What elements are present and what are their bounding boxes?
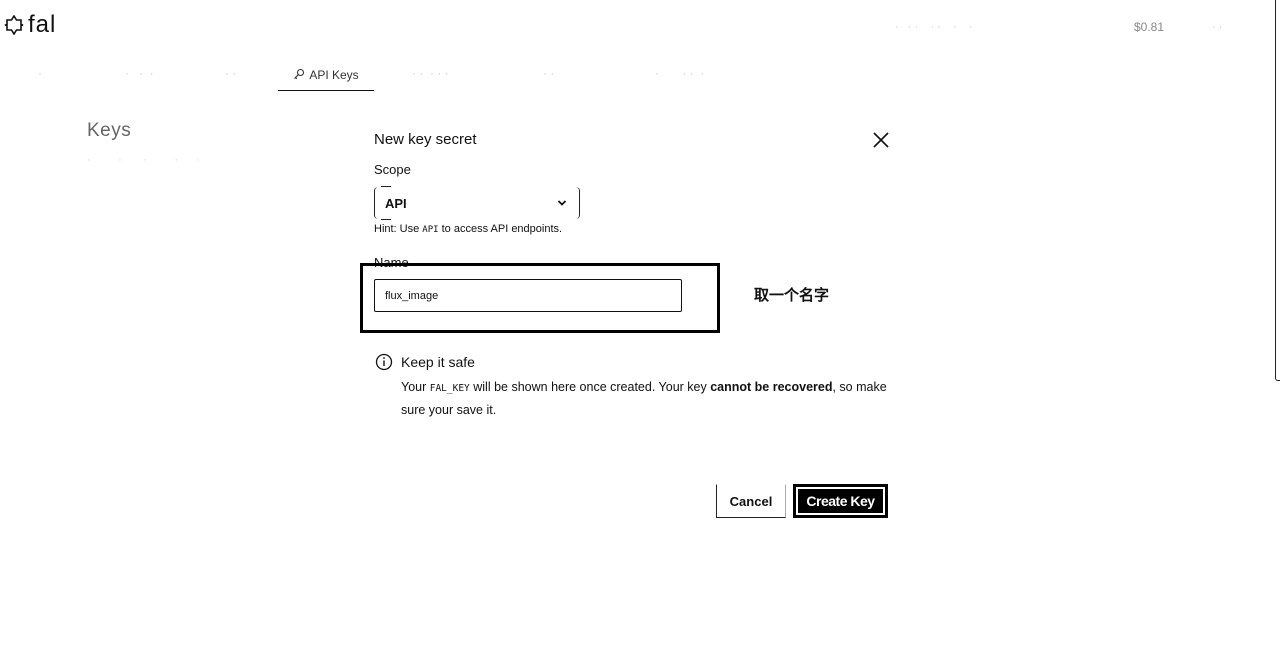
fal-logo[interactable]: fal <box>4 12 56 38</box>
tab-2[interactable]: · · · <box>125 66 154 80</box>
scope-select[interactable]: API <box>374 186 580 220</box>
scope-selected-value: API <box>385 195 407 211</box>
tab-3[interactable]: · · <box>225 66 236 80</box>
chevron-down-icon <box>557 200 567 206</box>
cancel-button[interactable]: Cancel <box>716 484 786 518</box>
new-key-dialog: New key secret Scope API Hint: Use API t… <box>360 120 900 530</box>
safe-text-emphasis: cannot be recovered <box>710 380 833 394</box>
fal-key-code: FAL_KEY <box>429 383 470 394</box>
tab-1[interactable]: · <box>38 66 42 80</box>
header-nav-links[interactable]: · · · · · · · <box>895 18 1065 36</box>
tab-5[interactable]: · · · · · <box>412 66 449 80</box>
account-balance: $0.81 <box>1134 20 1165 34</box>
tab-7[interactable]: · · · · <box>655 66 704 80</box>
key-icon <box>294 68 305 80</box>
scrollbar[interactable] <box>1275 0 1280 381</box>
scope-hint: Hint: Use API to access API endpoints. <box>374 223 562 235</box>
safe-text-part: Your <box>401 380 430 394</box>
scope-label: Scope <box>374 162 411 177</box>
tab-bar: · · · · · · API Keys · · · · · · · · · ·… <box>0 60 800 98</box>
create-key-button[interactable]: Create Key <box>793 484 888 518</box>
safe-text-part: will be shown here once created. Your ke… <box>469 380 711 394</box>
tab-api-keys[interactable]: API Keys <box>278 60 374 91</box>
keep-safe-text: Your FAL_KEY will be shown here once cre… <box>401 377 891 420</box>
logo-text: fal <box>28 11 57 38</box>
keep-safe-title: Keep it safe <box>401 354 475 370</box>
page-title: Keys <box>87 120 132 141</box>
info-icon <box>375 353 393 371</box>
page-subtitle: · · · · · <box>87 154 201 166</box>
hint-prefix: Hint: Use <box>374 223 423 235</box>
key-name-input[interactable] <box>374 279 682 312</box>
hint-code: API <box>422 225 439 235</box>
annotation-label: 取一个名字 <box>754 286 830 304</box>
hint-suffix: to access API endpoints. <box>438 223 563 235</box>
close-icon[interactable] <box>870 129 892 151</box>
tab-6[interactable]: · · <box>543 66 554 80</box>
tab-api-keys-label: API Keys <box>309 68 359 82</box>
fal-logo-icon <box>4 15 24 35</box>
dialog-title: New key secret <box>374 131 477 148</box>
user-menu[interactable]: · · <box>1212 18 1232 36</box>
